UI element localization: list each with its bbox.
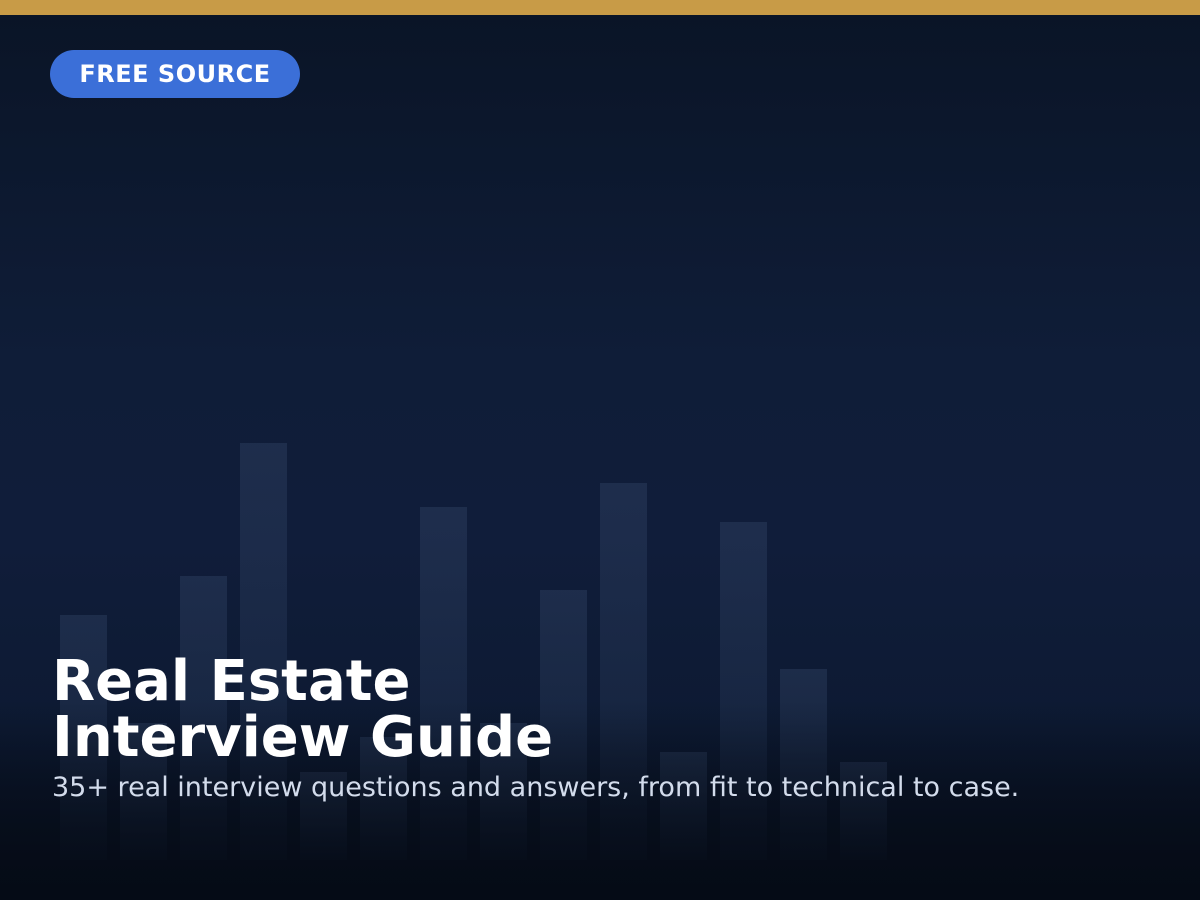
page-subtitle: 35+ real interview questions and answers…	[52, 772, 1020, 803]
top-accent-bar	[0, 0, 1200, 15]
title-line-2: Interview Guide	[52, 705, 554, 770]
title-line-1: Real Estate	[52, 649, 411, 714]
free-source-badge: FREE SOURCE	[50, 50, 300, 98]
page-title: Real Estate Interview Guide	[52, 654, 553, 766]
